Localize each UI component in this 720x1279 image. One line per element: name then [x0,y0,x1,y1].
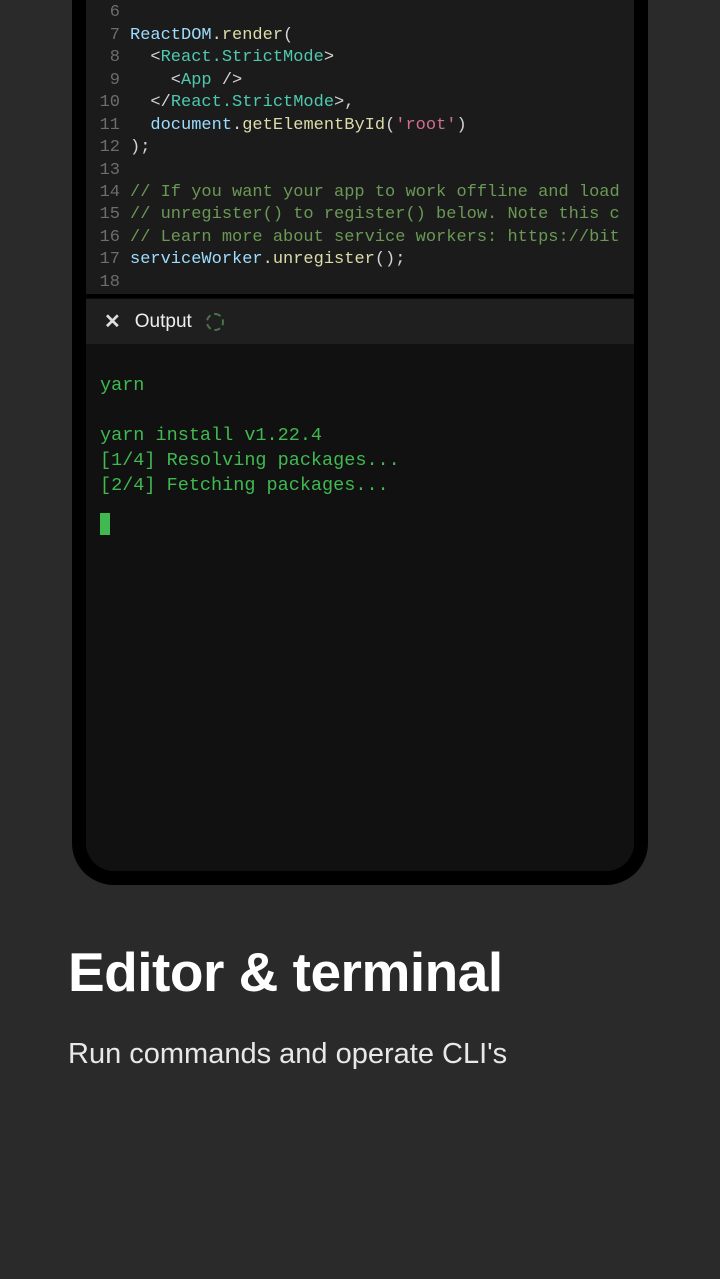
terminal-cursor [100,513,110,535]
line-number: 11 [86,115,130,137]
close-icon[interactable]: ✕ [104,309,121,334]
line-number: 15 [86,204,130,226]
code-content: // If you want your app to work offline … [130,182,634,204]
phone-frame: 5import * as serviceWorker from './servi… [72,0,648,885]
code-line[interactable]: 11 document.getElementById('root') [86,115,634,137]
code-content: // Learn more about service workers: htt… [130,227,634,249]
terminal-line: yarn install v1.22.4 [100,424,620,449]
line-number: 10 [86,92,130,114]
terminal-line: yarn [100,374,620,399]
code-content [130,160,634,182]
caption: Editor & terminal Run commands and opera… [68,940,660,1076]
line-number: 14 [86,182,130,204]
code-line[interactable]: 12); [86,137,634,159]
code-line[interactable]: 7ReactDOM.render( [86,25,634,47]
code-content: serviceWorker.unregister(); [130,249,634,271]
code-content: ); [130,137,634,159]
refresh-icon[interactable] [206,313,224,331]
code-content: ReactDOM.render( [130,25,634,47]
line-number: 17 [86,249,130,271]
terminal-line: [2/4] Fetching packages... [100,474,620,499]
code-content: <App /> [130,70,634,92]
code-content: <React.StrictMode> [130,47,634,69]
caption-subtitle: Run commands and operate CLI's [68,1033,660,1077]
line-number: 12 [86,137,130,159]
line-number: 7 [86,25,130,47]
code-content: // unregister() to register() below. Not… [130,204,634,226]
code-line[interactable]: 6 [86,2,634,24]
caption-title: Editor & terminal [68,940,660,1005]
terminal-header: ✕ Output [86,298,634,344]
code-line[interactable]: 16// Learn more about service workers: h… [86,227,634,249]
line-number: 8 [86,47,130,69]
phone-screen: 5import * as serviceWorker from './servi… [86,0,634,871]
code-content: </React.StrictMode>, [130,92,634,114]
terminal-line: [1/4] Resolving packages... [100,449,620,474]
code-line[interactable]: 9 <App /> [86,70,634,92]
terminal-line [100,399,620,424]
line-number: 6 [86,2,130,24]
code-line[interactable]: 14// If you want your app to work offlin… [86,182,634,204]
line-number: 18 [86,272,130,294]
code-content [130,272,634,294]
code-line[interactable]: 17serviceWorker.unregister(); [86,249,634,271]
code-line[interactable]: 15// unregister() to register() below. N… [86,204,634,226]
line-number: 16 [86,227,130,249]
code-line[interactable]: 13 [86,160,634,182]
code-content [130,2,634,24]
code-line[interactable]: 18 [86,272,634,294]
code-content: document.getElementById('root') [130,115,634,137]
code-editor[interactable]: 5import * as serviceWorker from './servi… [86,0,634,294]
terminal-output[interactable]: yarn yarn install v1.22.4[1/4] Resolving… [86,344,634,871]
code-line[interactable]: 10 </React.StrictMode>, [86,92,634,114]
output-tab-label[interactable]: Output [135,311,192,333]
line-number: 9 [86,70,130,92]
code-line[interactable]: 8 <React.StrictMode> [86,47,634,69]
line-number: 13 [86,160,130,182]
